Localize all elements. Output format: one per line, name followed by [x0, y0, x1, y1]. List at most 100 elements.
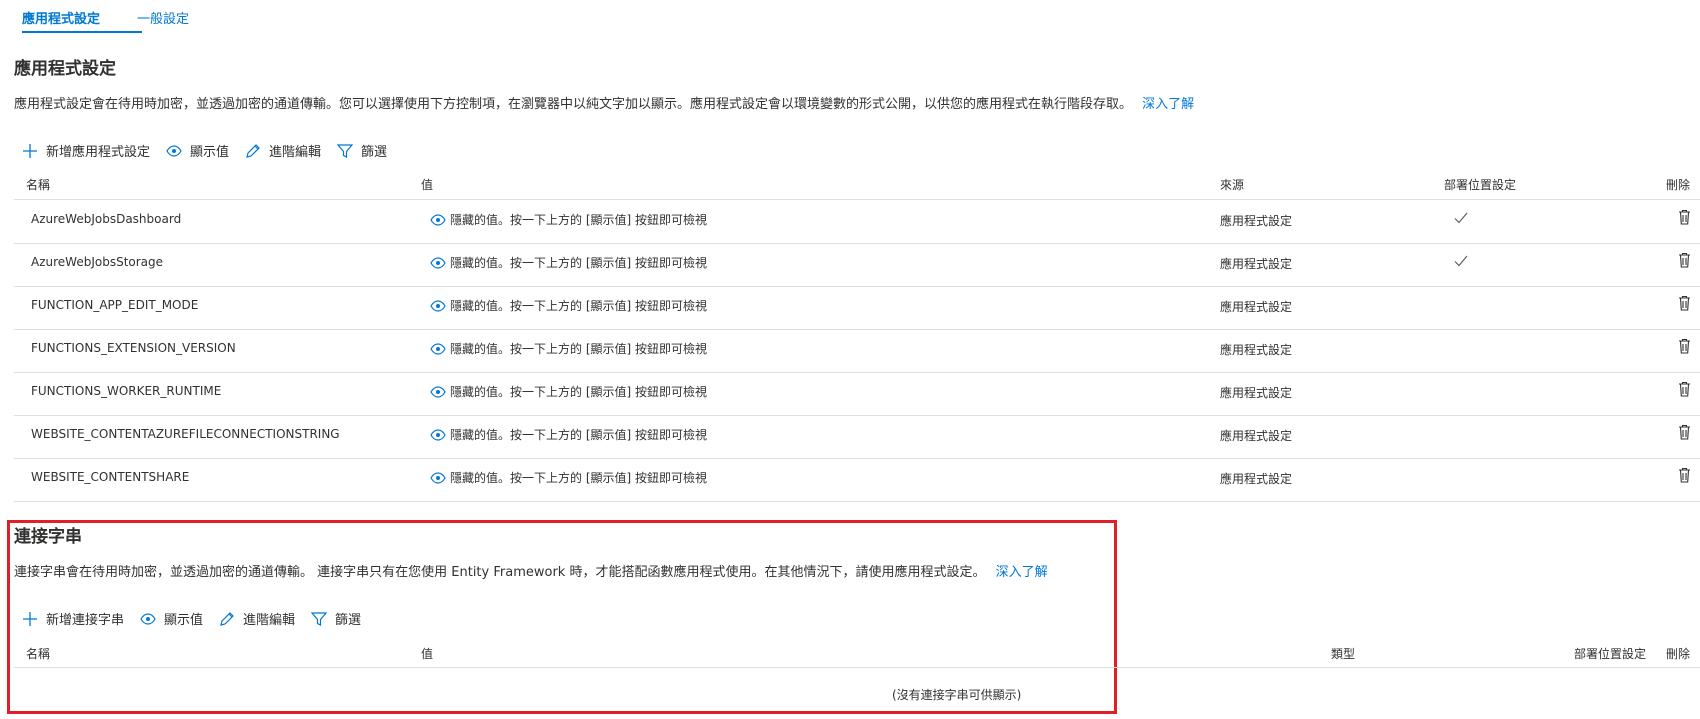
show-values-button[interactable]: 顯示值 [166, 141, 229, 160]
eye-icon [430, 256, 446, 269]
eye-icon [430, 213, 446, 226]
row-source: 應用程式設定 [1220, 343, 1293, 357]
empty-state-message: (沒有連接字串可供顯示) [892, 688, 1022, 702]
column-header-value[interactable]: 值 [421, 645, 433, 662]
row-divider [14, 329, 1700, 330]
row-divider [14, 415, 1700, 416]
row-name[interactable]: WEBSITE_CONTENTSHARE [31, 470, 189, 484]
add-app-setting-button[interactable]: 新增應用程式設定 [22, 141, 150, 160]
table-header-divider [14, 199, 1700, 200]
add-connection-string-label: 新增連接字串 [46, 613, 125, 628]
plus-icon [23, 611, 37, 626]
eye-icon [430, 428, 446, 441]
eye-icon [430, 385, 446, 398]
trash-icon[interactable] [1678, 209, 1691, 225]
column-header-slot-setting[interactable]: 部署位置設定 [1574, 645, 1646, 662]
trash-icon[interactable] [1678, 338, 1691, 354]
row-divider [14, 372, 1700, 373]
column-header-delete: 刪除 [1666, 647, 1691, 661]
row-value: 隱藏的值。按一下上方的 [顯示值] 按鈕即可檢視 [430, 254, 707, 271]
filter-label: 篩選 [335, 613, 362, 628]
filter-label: 篩選 [361, 145, 388, 160]
row-divider [14, 243, 1700, 244]
row-source: 應用程式設定 [1220, 472, 1293, 486]
advanced-edit-label: 進階編輯 [269, 145, 322, 160]
filter-icon [311, 611, 328, 626]
row-value: 隱藏的值。按一下上方的 [顯示值] 按鈕即可檢視 [430, 426, 707, 443]
row-value-text: 隱藏的值。按一下上方的 [顯示值] 按鈕即可檢視 [450, 342, 707, 356]
checkmark-icon [1454, 212, 1468, 224]
row-source: 應用程式設定 [1220, 429, 1293, 443]
trash-icon[interactable] [1678, 467, 1691, 483]
row-value-text: 隱藏的值。按一下上方的 [顯示值] 按鈕即可檢視 [450, 428, 707, 442]
trash-icon[interactable] [1678, 252, 1691, 268]
row-value: 隱藏的值。按一下上方的 [顯示值] 按鈕即可檢視 [430, 469, 707, 486]
app-settings-toolbar: 新增應用程式設定 顯示值 進階編輯 篩選 [22, 141, 403, 160]
connection-strings-heading: 連接字串 [14, 527, 82, 547]
connection-strings-description: 連接字串會在待用時加密，並透過加密的通道傳輸。 連接字串只有在您使用 Entit… [14, 561, 1048, 580]
row-value: 隱藏的值。按一下上方的 [顯示值] 按鈕即可檢視 [430, 211, 707, 228]
app-settings-description: 應用程式設定會在待用時加密，並透過加密的通道傳輸。您可以選擇使用下方控制項，在瀏… [14, 93, 1194, 112]
row-source: 應用程式設定 [1220, 386, 1293, 400]
trash-icon[interactable] [1678, 381, 1691, 397]
filter-button[interactable]: 篩選 [311, 609, 361, 628]
pencil-icon [220, 611, 234, 626]
column-header-slot-setting[interactable]: 部署位置設定 [1444, 176, 1516, 193]
row-name[interactable]: FUNCTIONS_EXTENSION_VERSION [31, 341, 236, 355]
column-header-delete: 刪除 [1666, 178, 1691, 192]
row-value-text: 隱藏的值。按一下上方的 [顯示值] 按鈕即可檢視 [450, 299, 707, 313]
row-value-text: 隱藏的值。按一下上方的 [顯示值] 按鈕即可檢視 [450, 213, 707, 227]
advanced-edit-button[interactable]: 進階編輯 [245, 141, 321, 160]
row-name[interactable]: FUNCTIONS_WORKER_RUNTIME [31, 384, 221, 398]
connection-strings-description-text: 連接字串會在待用時加密，並透過加密的通道傳輸。 連接字串只有在您使用 Entit… [14, 565, 986, 580]
row-divider [14, 286, 1700, 287]
row-source: 應用程式設定 [1220, 257, 1293, 271]
advanced-edit-button[interactable]: 進階編輯 [219, 609, 295, 628]
eye-icon [166, 144, 182, 157]
pencil-icon [246, 143, 260, 158]
show-values-label: 顯示值 [164, 613, 204, 628]
filter-button[interactable]: 篩選 [337, 141, 387, 160]
row-source: 應用程式設定 [1220, 300, 1293, 314]
row-source: 應用程式設定 [1220, 214, 1293, 228]
row-value-text: 隱藏的值。按一下上方的 [顯示值] 按鈕即可檢視 [450, 471, 707, 485]
trash-icon[interactable] [1678, 295, 1691, 311]
app-settings-description-text: 應用程式設定會在待用時加密，並透過加密的通道傳輸。您可以選擇使用下方控制項，在瀏… [14, 97, 1133, 112]
tab-app-settings[interactable]: 應用程式設定 [22, 8, 100, 27]
column-header-type[interactable]: 類型 [1331, 645, 1355, 662]
connection-strings-toolbar: 新增連接字串 顯示值 進階編輯 篩選 [22, 609, 377, 628]
row-value-text: 隱藏的值。按一下上方的 [顯示值] 按鈕即可檢視 [450, 385, 707, 399]
column-header-name[interactable]: 名稱 [26, 176, 50, 193]
row-name[interactable]: AzureWebJobsStorage [31, 255, 163, 269]
table-header-divider [14, 667, 1700, 668]
filter-icon [337, 143, 354, 158]
show-values-label: 顯示值 [190, 145, 230, 160]
add-app-setting-label: 新增應用程式設定 [46, 145, 151, 160]
row-value: 隱藏的值。按一下上方的 [顯示值] 按鈕即可檢視 [430, 297, 707, 314]
eye-icon [430, 342, 446, 355]
connection-strings-learn-more-link[interactable]: 深入了解 [996, 565, 1048, 580]
advanced-edit-label: 進階編輯 [243, 613, 296, 628]
checkmark-icon [1454, 255, 1468, 267]
row-value: 隱藏的值。按一下上方的 [顯示值] 按鈕即可檢視 [430, 340, 707, 357]
column-header-name[interactable]: 名稱 [26, 645, 50, 662]
app-settings-learn-more-link[interactable]: 深入了解 [1142, 97, 1194, 112]
row-name[interactable]: FUNCTION_APP_EDIT_MODE [31, 298, 198, 312]
eye-icon [140, 612, 156, 625]
row-divider [14, 458, 1700, 459]
show-values-button[interactable]: 顯示值 [140, 609, 203, 628]
plus-icon [23, 143, 37, 158]
column-header-source[interactable]: 來源 [1220, 176, 1244, 193]
row-divider [14, 501, 1700, 502]
eye-icon [430, 471, 446, 484]
eye-icon [430, 299, 446, 312]
trash-icon[interactable] [1678, 424, 1691, 440]
row-name[interactable]: AzureWebJobsDashboard [31, 212, 181, 226]
add-connection-string-button[interactable]: 新增連接字串 [22, 609, 124, 628]
row-value: 隱藏的值。按一下上方的 [顯示值] 按鈕即可檢視 [430, 383, 707, 400]
row-value-text: 隱藏的值。按一下上方的 [顯示值] 按鈕即可檢視 [450, 256, 707, 270]
tab-general-settings[interactable]: 一般設定 [137, 8, 189, 27]
app-settings-heading: 應用程式設定 [14, 59, 116, 79]
row-name[interactable]: WEBSITE_CONTENTAZUREFILECONNECTIONSTRING [31, 427, 340, 441]
column-header-value[interactable]: 值 [421, 176, 433, 193]
